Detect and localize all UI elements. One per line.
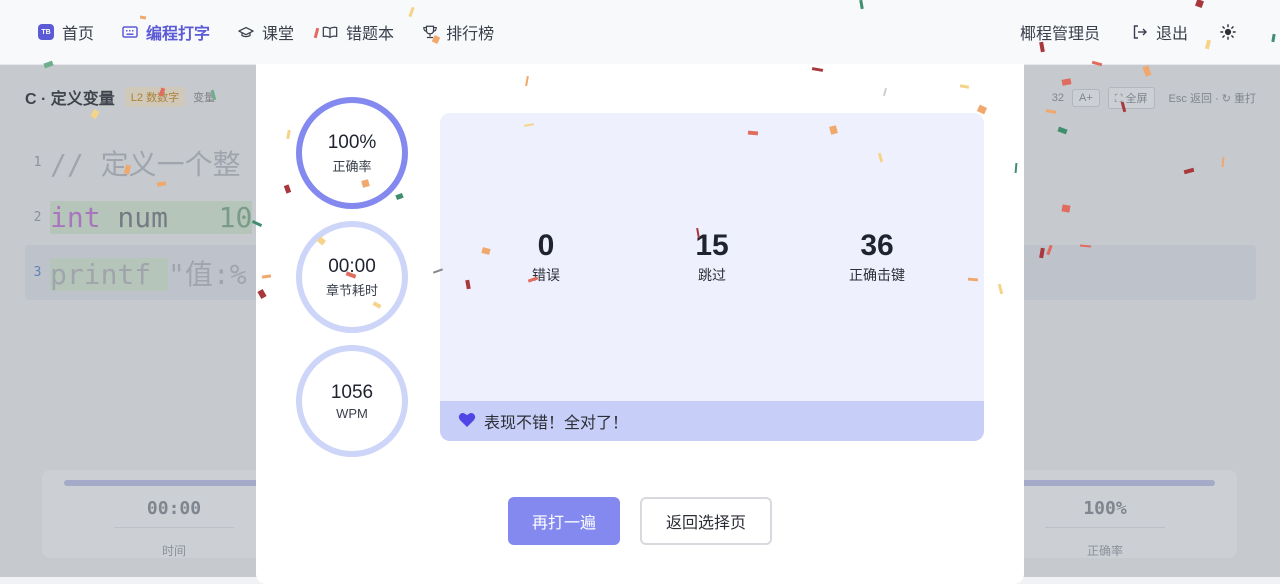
nav-label-classroom: 课堂 <box>262 26 295 43</box>
keyboard-icon <box>122 24 138 40</box>
graduation-cap-icon <box>238 24 254 40</box>
nav-label-leaderboard: 排行榜 <box>446 26 495 43</box>
back-to-selection-button[interactable]: 返回选择页 <box>640 497 772 545</box>
result-modal: 100% 正确率 00:00 章节耗时 1056 WPM 0 错误 15 跳过 … <box>256 64 1024 584</box>
feedback-message: 表现不错！全对了！ <box>440 401 984 441</box>
user-name: 椰程管理员 <box>1019 26 1100 43</box>
skipped-value: 15 <box>695 229 729 262</box>
top-nav: TB 首页 编程打字 课堂 错题本 排行榜 椰程管理员 退出 <box>0 0 1280 65</box>
correct-keys-label: 正确击键 <box>849 267 905 283</box>
nav-item-home[interactable]: TB 首页 <box>38 20 94 44</box>
nav-item-typing[interactable]: 编程打字 <box>122 20 210 44</box>
time-label: 章节耗时 <box>325 282 378 298</box>
heart-icon <box>458 412 476 430</box>
time-value: 00:00 <box>328 255 376 277</box>
nav-item-classroom[interactable]: 课堂 <box>238 20 294 44</box>
theme-toggle[interactable] <box>1220 24 1244 40</box>
accuracy-value: 100% <box>327 131 377 153</box>
logo-icon: TB <box>38 24 54 40</box>
nav-left: TB 首页 编程打字 课堂 错题本 排行榜 <box>38 20 522 44</box>
nav-label-typing: 编程打字 <box>146 26 211 43</box>
nav-item-leaderboard[interactable]: 排行榜 <box>422 20 494 44</box>
time-ring: 00:00 章节耗时 <box>296 221 408 333</box>
stat-correct-keys: 36 正确击键 <box>817 229 937 285</box>
nav-item-mistakes[interactable]: 错题本 <box>322 20 394 44</box>
accuracy-ring: 100% 正确率 <box>296 97 408 209</box>
brand-badge: TB <box>38 24 54 40</box>
book-icon <box>322 24 338 40</box>
logout-button[interactable]: 退出 <box>1132 20 1188 44</box>
stats-panel: 0 错误 15 跳过 36 正确击键 表现不错！全对了！ <box>440 113 984 441</box>
stat-errors: 0 错误 <box>486 229 606 285</box>
logout-label: 退出 <box>1155 26 1188 43</box>
feedback-text: 表现不错！全对了！ <box>484 415 629 432</box>
stat-skipped: 15 跳过 <box>652 229 772 285</box>
wpm-value: 1056 <box>330 381 374 403</box>
nav-label-home: 首页 <box>62 26 95 43</box>
logout-icon <box>1132 24 1148 40</box>
errors-label: 错误 <box>532 267 560 283</box>
nav-label-mistakes: 错题本 <box>346 26 395 43</box>
accuracy-label: 正确率 <box>332 158 372 174</box>
sun-icon <box>1220 24 1236 40</box>
retry-button[interactable]: 再打一遍 <box>508 497 620 545</box>
wpm-label: WPM <box>336 405 368 421</box>
user-menu[interactable]: 椰程管理员 <box>1020 20 1100 44</box>
wpm-ring: 1056 WPM <box>296 345 408 457</box>
nav-right: 椰程管理员 退出 <box>988 20 1244 44</box>
errors-value: 0 <box>537 229 555 262</box>
trophy-icon <box>422 24 438 40</box>
skipped-label: 跳过 <box>698 267 726 283</box>
correct-keys-value: 36 <box>860 229 894 262</box>
